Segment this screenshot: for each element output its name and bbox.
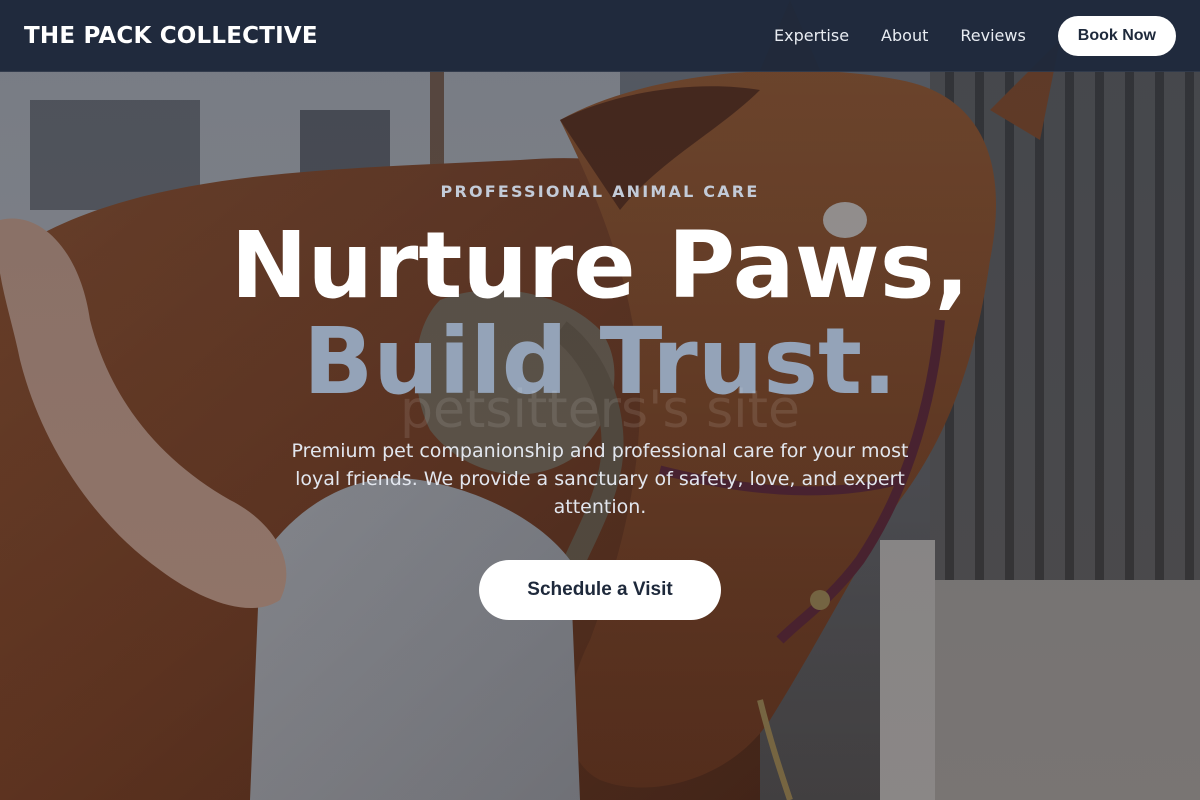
headline-line-1: Nurture Paws, — [230, 212, 970, 319]
watermark-text: petsitters's site — [399, 380, 800, 440]
hero-section: PROFESSIONAL ANIMAL CARE Nurture Paws, B… — [0, 0, 1200, 800]
hero-eyebrow: PROFESSIONAL ANIMAL CARE — [440, 182, 760, 201]
schedule-visit-button[interactable]: Schedule a Visit — [479, 560, 721, 620]
hero-subtitle: Premium pet companionship and profession… — [291, 440, 909, 518]
